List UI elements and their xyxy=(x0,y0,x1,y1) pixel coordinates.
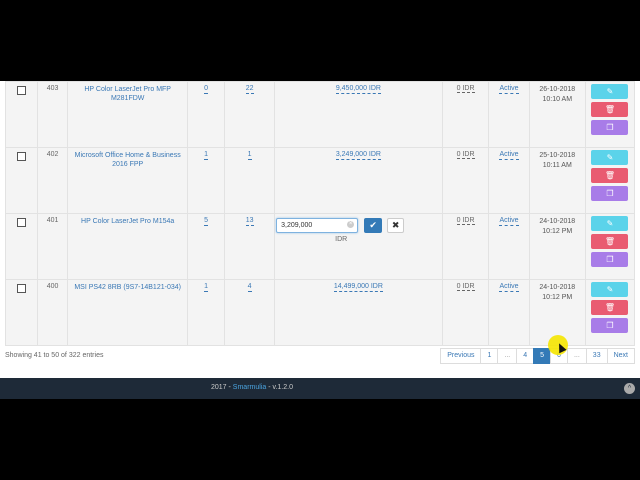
price-input[interactable]: 3,209,000 × xyxy=(276,218,359,233)
row-checkbox[interactable] xyxy=(16,152,26,161)
product-name-link[interactable]: Microsoft Office Home & Business 2016 FP… xyxy=(68,151,187,169)
products-table: 403 HP Color LaserJet Pro MFP M281FDW 0 … xyxy=(5,81,636,346)
table-row: 403 HP Color LaserJet Pro MFP M281FDW 0 … xyxy=(5,81,636,148)
edit-button[interactable]: ✎ xyxy=(591,216,629,231)
page-5-current[interactable]: 5 xyxy=(533,348,552,364)
copy-icon: ❐ xyxy=(606,321,614,330)
pencil-icon: ✎ xyxy=(606,87,614,96)
qty-editable[interactable]: 5 xyxy=(204,217,209,226)
delete-button[interactable]: 🗑 xyxy=(591,168,629,183)
qty-editable[interactable]: 1 xyxy=(204,151,209,160)
row-checkbox[interactable] xyxy=(16,284,26,293)
delete-button[interactable]: 🗑 xyxy=(591,300,629,315)
trash-icon: 🗑 xyxy=(604,171,616,180)
copy-button[interactable]: ❐ xyxy=(591,252,629,267)
status-editable[interactable]: Active xyxy=(499,217,519,226)
copy-button[interactable]: ❐ xyxy=(591,186,629,201)
page-ellipsis: ... xyxy=(566,348,587,364)
footer-brand-link[interactable]: Smarmulia xyxy=(233,384,266,391)
page-ellipsis: ... xyxy=(497,348,518,364)
price-editable[interactable]: 3,249,000 IDR xyxy=(335,151,381,160)
row-id: 403 xyxy=(46,85,59,92)
qty-editable[interactable]: 0 xyxy=(204,85,209,94)
copy-button[interactable]: ❐ xyxy=(591,318,629,333)
app-frame: 403 HP Color LaserJet Pro MFP M281FDW 0 … xyxy=(0,81,640,399)
row-id: 401 xyxy=(46,217,59,224)
delete-button[interactable]: 🗑 xyxy=(591,102,629,117)
stock-editable[interactable]: 22 xyxy=(245,85,254,94)
footer-text: 2017 - Smarmulia - v.1.2.0 xyxy=(211,384,293,391)
copy-icon: ❐ xyxy=(606,255,614,264)
pencil-icon: ✎ xyxy=(606,153,614,162)
clear-input-icon[interactable]: × xyxy=(347,221,355,228)
edit-button[interactable]: ✎ xyxy=(591,150,629,165)
page-next[interactable]: Next xyxy=(606,348,635,364)
copy-icon: ❐ xyxy=(606,123,614,132)
check-icon: ✔ xyxy=(369,220,377,230)
price-editable[interactable]: 14,499,000 IDR xyxy=(333,283,383,292)
date-cell: 24-10-2018 10:12 PM xyxy=(539,284,576,301)
footer: 2017 - Smarmulia - v.1.2.0 ^ xyxy=(0,378,640,399)
price-inline-editor: 3,209,000 × ✔ ✖ IDR xyxy=(275,214,442,274)
copy-button[interactable]: ❐ xyxy=(591,120,629,135)
date-cell: 25-10-2018 10:11 AM xyxy=(539,152,576,169)
price-editable[interactable]: 9,450,000 IDR xyxy=(335,85,381,94)
status-editable[interactable]: Active xyxy=(499,85,519,94)
currency-label: IDR xyxy=(335,236,348,243)
edit-button[interactable]: ✎ xyxy=(591,282,629,297)
status-editable[interactable]: Active xyxy=(499,283,519,292)
trash-icon: 🗑 xyxy=(604,237,616,246)
stock-editable[interactable]: 4 xyxy=(247,283,252,292)
table-row: 402 Microsoft Office Home & Business 201… xyxy=(5,147,636,214)
scroll-top-icon[interactable]: ^ xyxy=(624,383,635,394)
table-info: Showing 41 to 50 of 322 entries xyxy=(5,352,104,359)
row-checkbox[interactable] xyxy=(16,86,26,95)
trash-icon: 🗑 xyxy=(604,303,616,312)
qty-editable[interactable]: 1 xyxy=(204,283,209,292)
edit-button[interactable]: ✎ xyxy=(591,84,629,99)
pencil-icon: ✎ xyxy=(606,285,614,294)
product-name-link[interactable]: HP Color LaserJet Pro M154a xyxy=(81,217,174,226)
table-row: 400 MSI PS42 8RB (9S7-14B121-034) 1 4 14… xyxy=(5,279,636,346)
page-1[interactable]: 1 xyxy=(480,348,499,364)
page-33[interactable]: 33 xyxy=(585,348,608,364)
main-content: 403 HP Color LaserJet Pro MFP M281FDW 0 … xyxy=(0,81,640,378)
discount-editable[interactable]: 0 IDR xyxy=(456,85,475,93)
discount-editable[interactable]: 0 IDR xyxy=(456,151,475,159)
cancel-button[interactable]: ✖ xyxy=(387,218,405,233)
pencil-icon: ✎ xyxy=(606,219,614,228)
close-icon: ✖ xyxy=(391,220,400,230)
table-row: 401 HP Color LaserJet Pro M154a 5 13 3,2… xyxy=(5,213,636,280)
confirm-button[interactable]: ✔ xyxy=(364,218,383,233)
product-name-link[interactable]: MSI PS42 8RB (9S7-14B121-034) xyxy=(74,283,181,292)
row-id: 402 xyxy=(46,151,59,158)
page-previous[interactable]: Previous xyxy=(440,348,482,364)
copy-icon: ❐ xyxy=(606,189,614,198)
trash-icon: 🗑 xyxy=(604,105,616,114)
delete-button[interactable]: 🗑 xyxy=(591,234,629,249)
page-4[interactable]: 4 xyxy=(516,348,535,364)
pagination: Previous 1 ... 4 5 6 ... 33 Next xyxy=(440,348,635,364)
date-cell: 24-10-2018 10:12 PM xyxy=(539,218,576,235)
row-checkbox[interactable] xyxy=(16,218,26,227)
stock-editable[interactable]: 1 xyxy=(247,151,252,160)
date-cell: 26-10-2018 10:10 AM xyxy=(539,86,576,103)
discount-editable[interactable]: 0 IDR xyxy=(456,283,475,291)
row-id: 400 xyxy=(46,283,59,290)
product-name-link[interactable]: HP Color LaserJet Pro MFP M281FDW xyxy=(68,85,187,103)
discount-editable[interactable]: 0 IDR xyxy=(456,217,475,225)
status-editable[interactable]: Active xyxy=(499,151,519,160)
stock-editable[interactable]: 13 xyxy=(245,217,254,226)
